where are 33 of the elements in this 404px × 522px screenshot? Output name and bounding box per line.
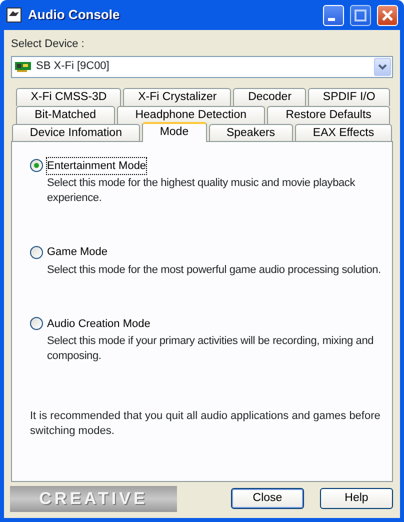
- tab[interactable]: X-Fi CMSS-3D: [16, 88, 122, 106]
- tab[interactable]: Restore Defaults: [267, 106, 390, 124]
- mode-description: Select this mode for the most powerful game audio processing solution.: [47, 262, 382, 278]
- mode-description: Select this mode if your primary activities will be recording, mixing and composing.: [47, 334, 375, 364]
- select-device-label: Select Device :: [11, 37, 86, 52]
- tab[interactable]: Decoder: [233, 88, 306, 106]
- tab[interactable]: SPDIF I/O: [308, 88, 390, 106]
- radio-option[interactable]: Entertainment Mode: [30, 158, 146, 174]
- tab[interactable]: X-Fi Crystalizer: [123, 88, 232, 106]
- radio-option[interactable]: Game Mode: [30, 244, 108, 260]
- radio-button[interactable]: [30, 246, 43, 259]
- radio-button[interactable]: [30, 317, 43, 330]
- device-dropdown[interactable]: SB X-Fi [9C00]: [11, 56, 393, 78]
- app-icon: [6, 7, 22, 23]
- sound-card-icon: [15, 60, 31, 72]
- window-title: Audio Console: [28, 6, 121, 24]
- note-text: It is recommended that you quit all audio applications and games before switching modes.: [30, 408, 382, 438]
- mode-description: Select this mode for the highest quality music and movie playback experience.: [47, 176, 356, 206]
- minimize-icon: [328, 18, 335, 20]
- dialog-button[interactable]: Close: [231, 488, 304, 509]
- creative-logo: CREATIVE: [10, 486, 177, 512]
- tab[interactable]: Headphone Detection: [116, 106, 266, 124]
- radio-option[interactable]: Audio Creation Mode: [30, 316, 150, 332]
- dialog-button[interactable]: Help: [320, 488, 393, 509]
- minimize-button[interactable]: [323, 4, 344, 26]
- tab[interactable]: EAX Effects: [295, 124, 392, 142]
- maximize-button[interactable]: [350, 4, 371, 26]
- tab[interactable]: Bit-Matched: [16, 106, 115, 124]
- tab[interactable]: Mode: [142, 122, 207, 142]
- tab[interactable]: Device Infomation: [12, 124, 140, 142]
- close-icon-button[interactable]: [377, 4, 398, 26]
- tab[interactable]: Speakers: [208, 124, 293, 142]
- radio-button[interactable]: [30, 159, 43, 172]
